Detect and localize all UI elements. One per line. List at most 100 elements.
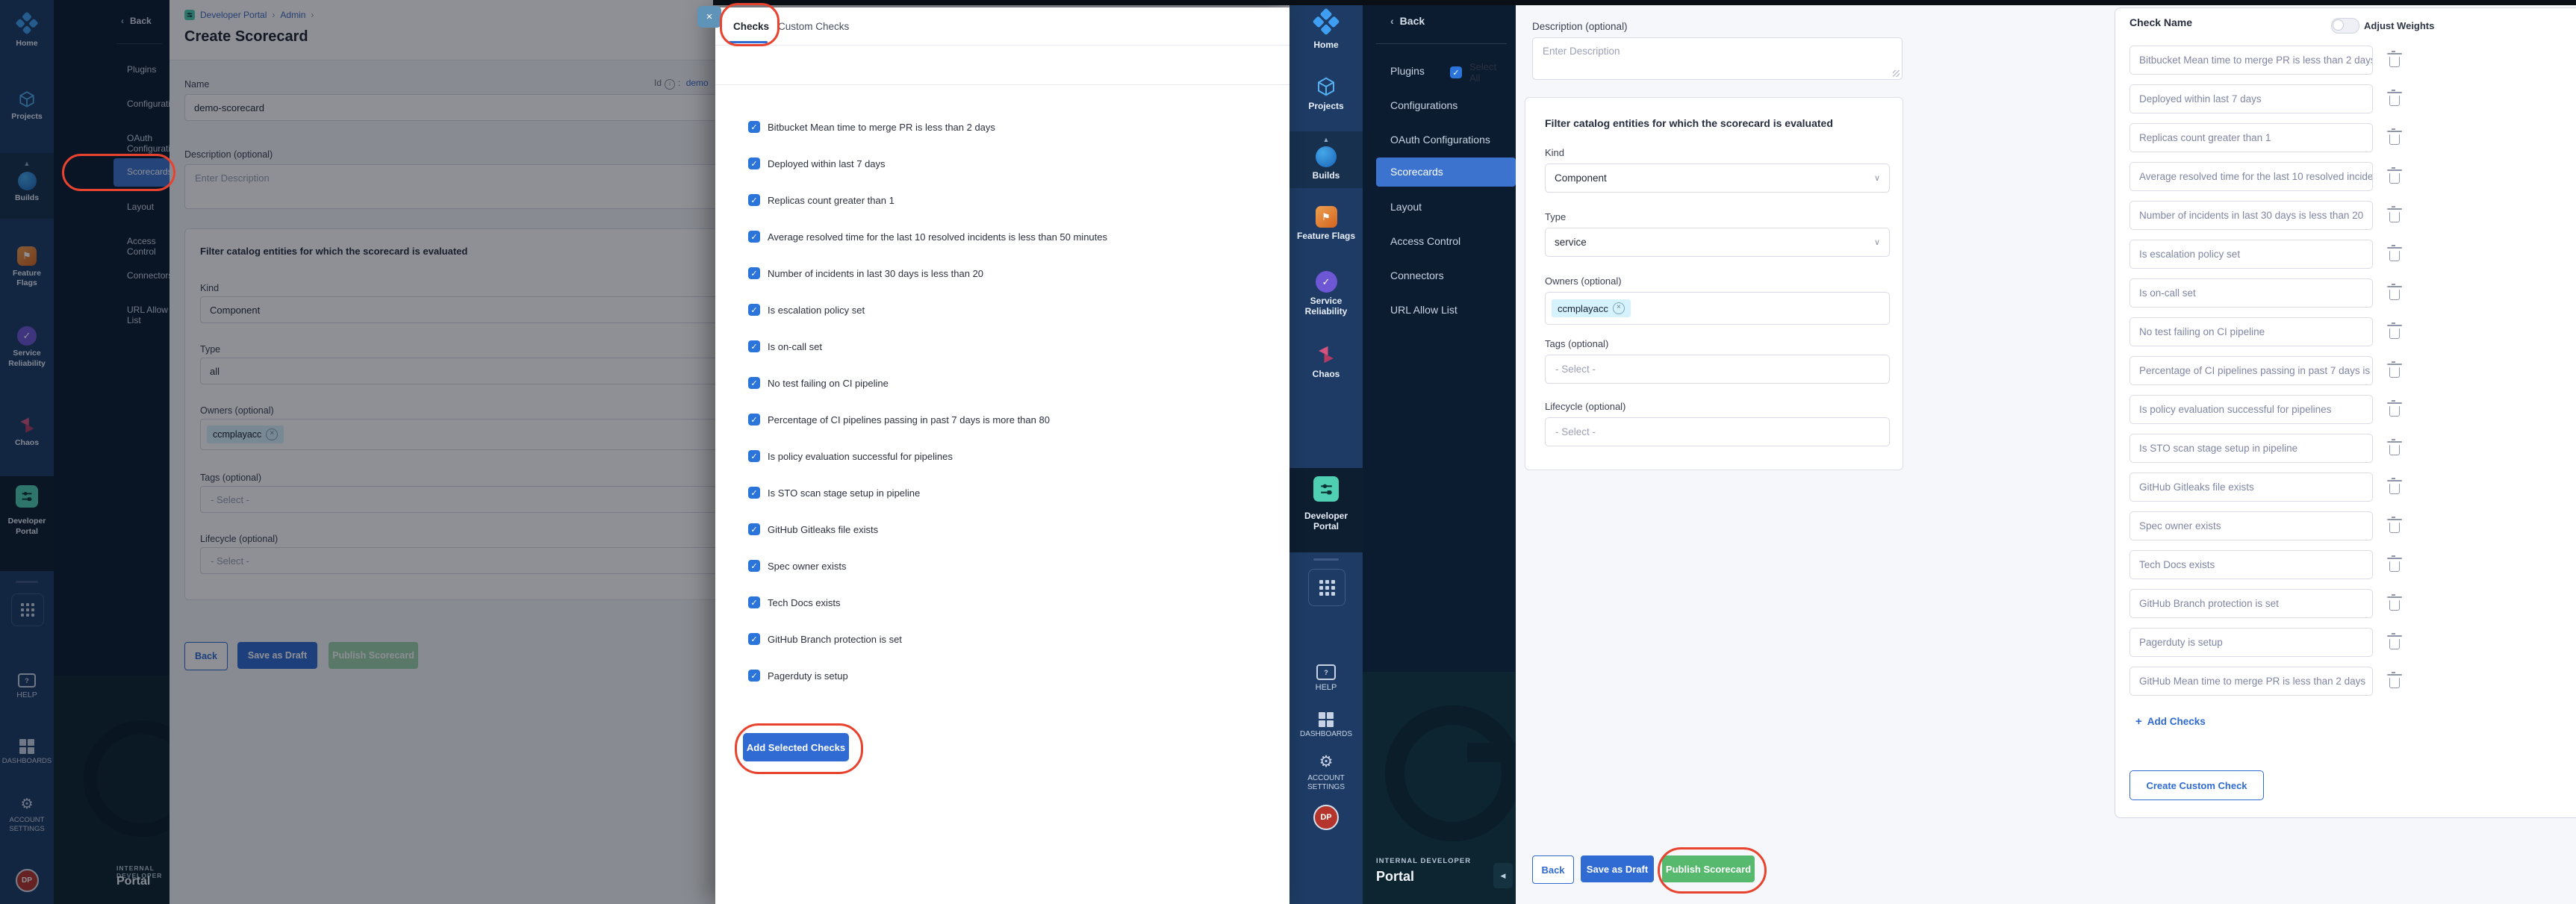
check-option-row[interactable]: Average resolved time for the last 10 re… [748,229,1107,244]
check-checkbox[interactable] [748,304,760,316]
sidebar-item-help[interactable]: HELP [1289,664,1363,693]
back-button[interactable]: Back [1532,855,1574,884]
trash-icon[interactable] [2389,290,2400,300]
trash-icon[interactable] [2389,445,2400,455]
check-checkbox[interactable] [748,670,760,682]
check-option-row[interactable]: Spec owner exists [748,558,1107,573]
sidenav-item-layout[interactable]: Layout [1390,201,1422,213]
sidenav-item-configurations[interactable]: Configurations [1390,99,1457,111]
sidebar-item-service-reliability[interactable]: Service Reliability [1289,271,1363,317]
select-all-checkbox[interactable] [1450,66,1462,78]
trash-icon[interactable] [2389,639,2400,649]
sidebar-item-builds[interactable]: Builds [1289,146,1363,181]
sidebar-item-dashboards[interactable]: DASHBOARDS [1289,712,1363,739]
lifecycle-select[interactable]: - Select - [1545,417,1890,446]
check-checkbox[interactable] [748,340,760,352]
check-name-input[interactable]: Pagerduty is setup [2129,628,2373,657]
trash-icon[interactable] [2389,96,2400,106]
kind-select[interactable]: Component [1545,163,1890,193]
check-name-input[interactable]: Replicas count greater than 1 [2129,123,2373,152]
check-checkbox[interactable] [748,450,760,462]
create-custom-check-button[interactable]: Create Custom Check [2129,770,2264,800]
check-checkbox[interactable] [748,377,760,389]
check-option-row[interactable]: Is escalation policy set [748,302,1107,317]
sidenav-item-scorecards-selected[interactable]: Scorecards [1376,158,1516,187]
check-checkbox[interactable] [748,194,760,206]
nav-collapse-handle[interactable] [1313,558,1339,561]
check-option-row[interactable]: Number of incidents in last 30 days is l… [748,266,1107,281]
sidebar-item-feature-flags[interactable]: Feature Flags [1289,206,1363,241]
modal-close-button[interactable] [697,6,721,28]
trash-icon[interactable] [2389,57,2400,67]
save-as-draft-button[interactable]: Save as Draft [1581,855,1654,882]
check-name-input[interactable]: GitHub Mean time to merge PR is less tha… [2129,667,2373,696]
check-option-row[interactable]: Bitbucket Mean time to merge PR is less … [748,119,1107,134]
check-name-input[interactable]: GitHub Branch protection is set [2129,589,2373,618]
select-all-row[interactable]: Select All [1450,61,1496,84]
trash-icon[interactable] [2389,134,2400,145]
check-name-input[interactable]: Is escalation policy set [2129,240,2373,269]
check-option-row[interactable]: Pagerduty is setup [748,668,1107,683]
check-name-input[interactable]: Is STO scan stage setup in pipeline [2129,434,2373,463]
check-option-row[interactable]: Percentage of CI pipelines passing in pa… [748,412,1107,427]
trash-icon[interactable] [2389,173,2400,184]
sidenav-item-oauth-configurations[interactable]: OAuth Configurations [1390,134,1490,146]
check-checkbox[interactable] [748,231,760,243]
check-checkbox[interactable] [748,414,760,425]
check-option-row[interactable]: Is on-call set [748,339,1107,354]
check-checkbox[interactable] [748,121,760,133]
check-name-input[interactable]: Is policy evaluation successful for pipe… [2129,395,2373,424]
collapse-nav-button[interactable] [1493,863,1513,888]
sidenav-item-plugins[interactable]: Plugins [1390,65,1425,77]
check-option-row[interactable]: Is STO scan stage setup in pipeline [748,485,1107,500]
check-checkbox[interactable] [748,523,760,535]
check-name-input[interactable]: Deployed within last 7 days [2129,84,2373,113]
check-name-input[interactable]: Percentage of CI pipelines passing in pa… [2129,356,2373,385]
tags-select[interactable]: - Select - [1545,355,1890,384]
check-checkbox[interactable] [748,487,760,499]
sidebar-item-projects[interactable]: Projects [1289,75,1363,111]
owners-multiselect[interactable]: ccmplayacc [1545,292,1890,325]
check-option-row[interactable]: Tech Docs exists [748,595,1107,610]
sidebar-item-chaos[interactable]: Chaos [1289,343,1363,379]
trash-icon[interactable] [2389,367,2400,378]
chip-remove-icon[interactable] [1613,302,1625,314]
check-checkbox[interactable] [748,560,760,572]
trash-icon[interactable] [2389,678,2400,688]
trash-icon[interactable] [2389,600,2400,611]
nav-scroll-up[interactable] [1289,136,1363,143]
check-checkbox[interactable] [748,267,760,279]
tab-custom-checks[interactable]: Custom Checks [778,21,849,32]
check-checkbox[interactable] [748,596,760,608]
user-avatar[interactable]: DP [1289,805,1363,830]
sidenav-item-url-allow-list[interactable]: URL Allow List [1390,304,1457,316]
check-name-input[interactable]: Bitbucket Mean time to merge PR is less … [2129,46,2373,75]
trash-icon[interactable] [2389,523,2400,533]
type-select[interactable]: service [1545,228,1890,257]
trash-icon[interactable] [2389,328,2400,339]
back-nav-link[interactable]: Back [1390,15,1425,27]
add-checks-link[interactable]: Add Checks [2135,715,2206,728]
trash-icon[interactable] [2389,484,2400,494]
check-option-row[interactable]: Replicas count greater than 1 [748,193,1107,208]
trash-icon[interactable] [2389,406,2400,417]
trash-icon[interactable] [2389,212,2400,222]
check-name-input[interactable]: No test failing on CI pipeline [2129,317,2373,346]
sidebar-item-account-settings[interactable]: ACCOUNT SETTINGS [1289,752,1363,792]
description-textarea[interactable]: Enter Description [1532,37,1903,80]
trash-icon[interactable] [2389,561,2400,572]
module-picker-button[interactable] [1308,569,1345,606]
check-name-input[interactable]: Spec owner exists [2129,511,2373,540]
sidenav-item-access-control[interactable]: Access Control [1390,235,1460,247]
sidebar-item-developer-portal[interactable]: Developer Portal [1289,476,1363,532]
check-name-input[interactable]: GitHub Gitleaks file exists [2129,473,2373,502]
check-name-input[interactable]: Number of incidents in last 30 days is l… [2129,201,2373,230]
check-name-input[interactable]: Average resolved time for the last 10 re… [2129,162,2373,191]
sidenav-item-connectors[interactable]: Connectors [1390,269,1444,281]
check-checkbox[interactable] [748,158,760,169]
check-name-input[interactable]: Tech Docs exists [2129,550,2373,579]
trash-icon[interactable] [2389,251,2400,261]
check-option-row[interactable]: GitHub Branch protection is set [748,632,1107,646]
check-option-row[interactable]: Deployed within last 7 days [748,156,1107,171]
check-option-row[interactable]: Is policy evaluation successful for pipe… [748,449,1107,464]
